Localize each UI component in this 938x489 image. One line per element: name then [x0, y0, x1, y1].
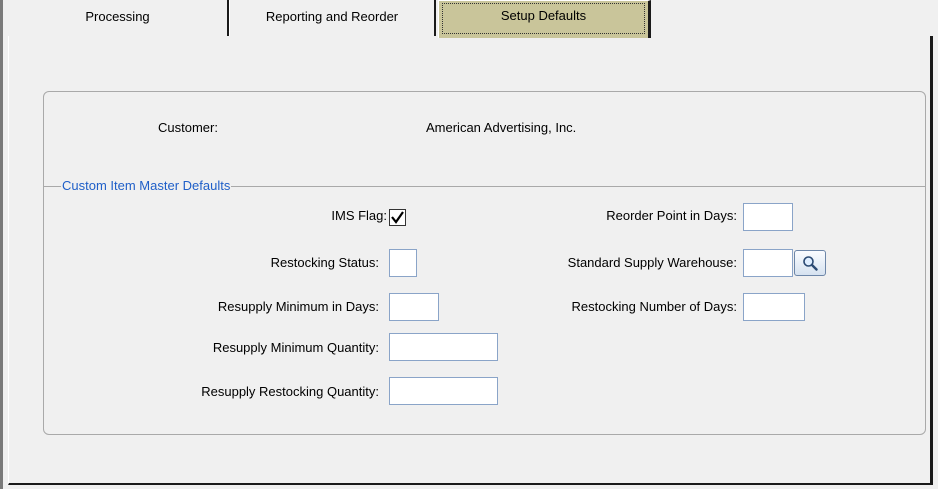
restocking-status-label: Restocking Status: — [270, 255, 379, 270]
warehouse-lookup-button[interactable] — [794, 250, 826, 276]
restocking-status-input[interactable] — [389, 249, 417, 277]
tab-processing-label: Processing — [85, 9, 150, 24]
restocking-num-days-label: Restocking Number of Days: — [571, 299, 737, 314]
std-supply-warehouse-input[interactable] — [743, 249, 793, 277]
reorder-point-days-input[interactable] — [743, 203, 793, 231]
resupply-min-qty-label: Resupply Minimum Quantity: — [212, 340, 379, 355]
magnifier-icon — [803, 256, 818, 271]
checkmark-icon — [391, 211, 404, 224]
std-supply-warehouse-label: Standard Supply Warehouse: — [567, 255, 737, 270]
customer-value: American Advertising, Inc. — [426, 120, 577, 135]
customer-label: Customer: — [158, 120, 218, 135]
section-title: Custom Item Master Defaults — [61, 178, 232, 193]
ims-flag-checkbox[interactable] — [389, 209, 406, 226]
tab-setup-defaults[interactable]: Setup Defaults — [438, 0, 651, 38]
resupply-restock-qty-input[interactable] — [389, 377, 498, 405]
restocking-num-days-input[interactable] — [743, 293, 805, 321]
tab-reporting-label: Reporting and Reorder — [265, 9, 399, 24]
tab-setup-label: Setup Defaults — [500, 8, 587, 23]
ims-flag-label: IMS Flag: — [331, 208, 387, 223]
resupply-min-qty-input[interactable] — [389, 333, 498, 361]
resupply-min-days-label: Resupply Minimum in Days: — [217, 299, 379, 314]
tab-processing[interactable]: Processing — [8, 0, 229, 36]
window-left-edge — [0, 0, 3, 489]
resupply-restock-qty-label: Resupply Restocking Quantity: — [201, 384, 379, 399]
reorder-point-days-label: Reorder Point in Days: — [606, 208, 737, 223]
resupply-min-days-input[interactable] — [389, 293, 439, 321]
tab-reporting-and-reorder[interactable]: Reporting and Reorder — [229, 0, 436, 36]
